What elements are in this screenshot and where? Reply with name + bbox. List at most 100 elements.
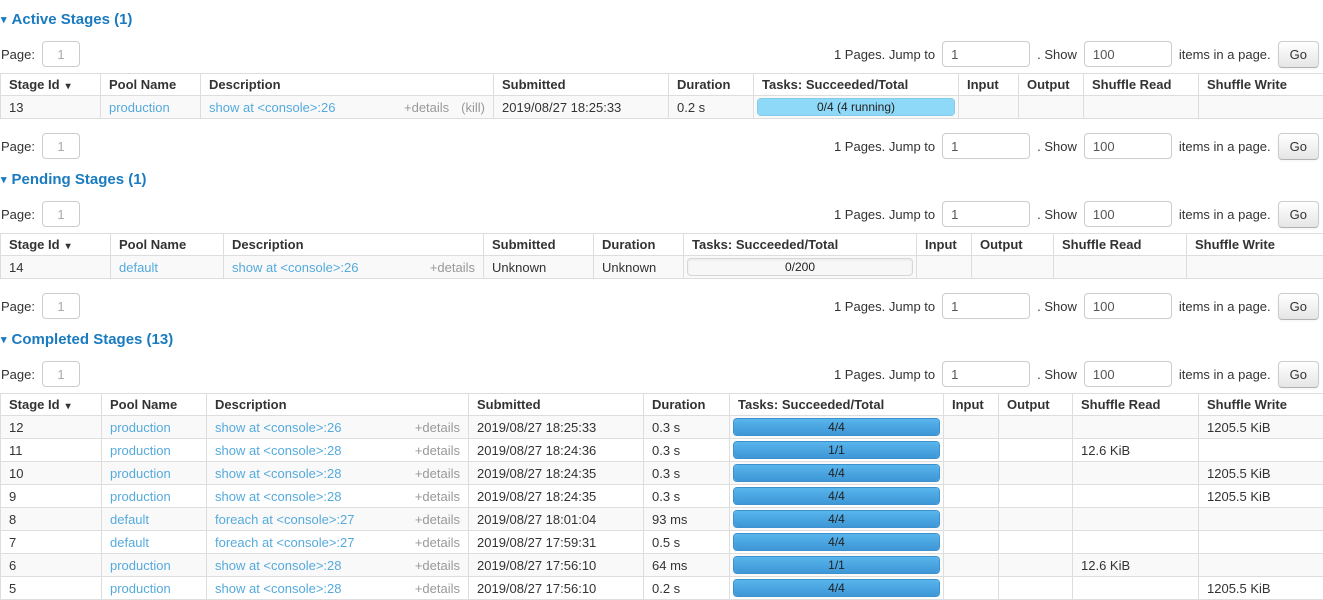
jump-to-input[interactable] [942, 293, 1030, 319]
column-header[interactable]: Shuffle Write [1199, 74, 1323, 96]
show-items-input[interactable] [1084, 361, 1172, 387]
stage-description-link[interactable]: show at <console>:28 [215, 489, 341, 504]
details-toggle[interactable]: +details [415, 512, 460, 527]
duration-cell: 0.3 s [644, 416, 730, 439]
pool-link[interactable]: default [110, 512, 149, 527]
show-items-input[interactable] [1084, 133, 1172, 159]
stage-description-link[interactable]: foreach at <console>:27 [215, 535, 355, 550]
show-items-input[interactable] [1084, 293, 1172, 319]
stage-id-cell: 10 [1, 462, 102, 485]
column-header[interactable]: Stage Id▾ [1, 74, 101, 96]
details-toggle[interactable]: +details [415, 420, 460, 435]
pool-link[interactable]: production [110, 558, 171, 573]
go-button[interactable]: Go [1278, 361, 1319, 388]
column-header[interactable]: Input [917, 234, 972, 256]
column-header[interactable]: Stage Id▾ [1, 234, 111, 256]
page-number-input[interactable] [42, 201, 80, 227]
stage-description-link[interactable]: show at <console>:26 [209, 100, 335, 115]
go-button[interactable]: Go [1278, 133, 1319, 160]
pool-link[interactable]: production [110, 420, 171, 435]
column-header[interactable]: Submitted [494, 74, 669, 96]
column-header[interactable]: Input [959, 74, 1019, 96]
column-header[interactable]: Description [224, 234, 484, 256]
details-toggle[interactable]: +details [430, 260, 475, 275]
table-row: 12production+detailsshow at <console>:26… [1, 416, 1323, 439]
pool-link[interactable]: default [119, 260, 158, 275]
column-header[interactable]: Pool Name [111, 234, 224, 256]
pagination-bar: Page: 1 Pages. Jump to . Show items in a… [1, 360, 1319, 388]
go-button[interactable]: Go [1278, 201, 1319, 228]
section-header-pending[interactable]: ▾Pending Stages (1) [1, 171, 1322, 188]
column-header[interactable]: Output [999, 394, 1073, 416]
details-toggle[interactable]: +details [415, 558, 460, 573]
stage-description-link[interactable]: show at <console>:26 [215, 420, 341, 435]
tasks-cell: 4/4 [730, 577, 944, 600]
column-header[interactable]: Shuffle Write [1199, 394, 1323, 416]
column-header[interactable]: Description [207, 394, 469, 416]
column-header[interactable]: Shuffle Read [1084, 74, 1199, 96]
output-cell [999, 577, 1073, 600]
pool-link[interactable]: production [109, 100, 170, 115]
stage-description-link[interactable]: show at <console>:26 [232, 260, 358, 275]
details-toggle[interactable]: +details [415, 489, 460, 504]
output-cell [999, 531, 1073, 554]
pool-link[interactable]: default [110, 535, 149, 550]
column-header[interactable]: Submitted [469, 394, 644, 416]
column-header[interactable]: Description [201, 74, 494, 96]
pool-link[interactable]: production [110, 466, 171, 481]
jump-to-input[interactable] [942, 133, 1030, 159]
details-toggle[interactable]: +details [415, 466, 460, 481]
column-header[interactable]: Duration [644, 394, 730, 416]
column-header[interactable]: Output [972, 234, 1054, 256]
column-header[interactable]: Tasks: Succeeded/Total [754, 74, 959, 96]
column-header[interactable]: Duration [594, 234, 684, 256]
column-header[interactable]: Output [1019, 74, 1084, 96]
stage-id-cell: 6 [1, 554, 102, 577]
pool-link[interactable]: production [110, 581, 171, 596]
page-number-input[interactable] [42, 133, 80, 159]
pool-link[interactable]: production [110, 489, 171, 504]
page-number-input[interactable] [42, 293, 80, 319]
stage-description-link[interactable]: show at <console>:28 [215, 443, 341, 458]
jump-to-input[interactable] [942, 361, 1030, 387]
details-toggle[interactable]: +details [404, 100, 449, 115]
column-header[interactable]: Duration [669, 74, 754, 96]
submitted-cell: 2019/08/27 17:56:10 [469, 577, 644, 600]
stage-description-link[interactable]: show at <console>:28 [215, 581, 341, 596]
kill-link[interactable]: (kill) [461, 100, 485, 115]
page-number-input[interactable] [42, 41, 80, 67]
stage-id-cell: 5 [1, 577, 102, 600]
jump-to-input[interactable] [942, 41, 1030, 67]
column-header[interactable]: Shuffle Write [1187, 234, 1323, 256]
go-button[interactable]: Go [1278, 41, 1319, 68]
show-items-input[interactable] [1084, 201, 1172, 227]
page-label: Page: [1, 139, 35, 154]
input-cell [959, 96, 1019, 119]
show-items-input[interactable] [1084, 41, 1172, 67]
column-header[interactable]: Pool Name [102, 394, 207, 416]
column-header[interactable]: Tasks: Succeeded/Total [684, 234, 917, 256]
section-header-completed[interactable]: ▾Completed Stages (13) [1, 331, 1322, 348]
stage-description-link[interactable]: show at <console>:28 [215, 466, 341, 481]
details-toggle[interactable]: +details [415, 535, 460, 550]
stage-description-link[interactable]: show at <console>:28 [215, 558, 341, 573]
column-header[interactable]: Shuffle Read [1054, 234, 1187, 256]
page-number-input[interactable] [42, 361, 80, 387]
column-header[interactable]: Input [944, 394, 999, 416]
column-header[interactable]: Pool Name [101, 74, 201, 96]
pool-cell: production [102, 554, 207, 577]
column-header[interactable]: Tasks: Succeeded/Total [730, 394, 944, 416]
details-toggle[interactable]: +details [415, 443, 460, 458]
column-header[interactable]: Shuffle Read [1073, 394, 1199, 416]
column-header[interactable]: Stage Id▾ [1, 394, 102, 416]
stage-description-link[interactable]: foreach at <console>:27 [215, 512, 355, 527]
description-actions: +details [430, 260, 475, 275]
go-button[interactable]: Go [1278, 293, 1319, 320]
pool-link[interactable]: production [110, 443, 171, 458]
jump-to-input[interactable] [942, 201, 1030, 227]
section-header-active[interactable]: ▾Active Stages (1) [1, 11, 1322, 28]
tasks-count-label: 4/4 [734, 465, 939, 482]
column-header[interactable]: Submitted [484, 234, 594, 256]
details-toggle[interactable]: +details [415, 581, 460, 596]
section-title: Active Stages (1) [12, 11, 133, 28]
